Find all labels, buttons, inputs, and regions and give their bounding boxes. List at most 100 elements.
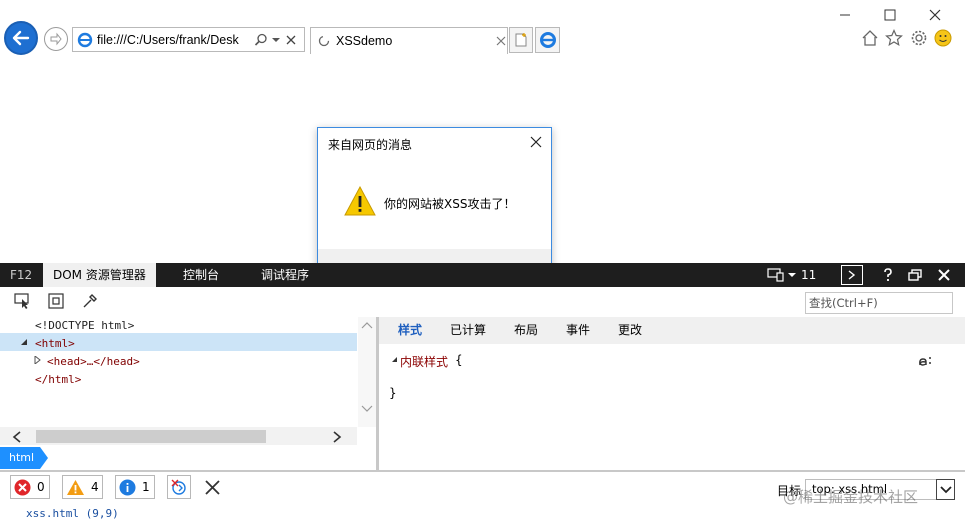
dialog-title: 来自网页的消息: [328, 138, 413, 152]
star-icon: [885, 29, 903, 47]
collapse-arrow-icon[interactable]: [20, 338, 28, 346]
emulation-count: 11: [801, 268, 817, 282]
tools-button[interactable]: [910, 29, 928, 47]
emulation-selector[interactable]: 11: [767, 263, 816, 287]
prompt-icon: [848, 270, 856, 280]
ie-logo-icon: [539, 32, 556, 48]
error-icon: [14, 479, 31, 495]
home-icon: [862, 30, 878, 46]
address-bar[interactable]: file:///C:/Users/frank/Desk: [72, 27, 305, 52]
close-icon: [205, 480, 220, 495]
tab-layout[interactable]: 布局: [514, 317, 538, 344]
close-window-button[interactable]: [920, 4, 950, 26]
help-icon: [884, 268, 892, 281]
console-log-line[interactable]: xss.html (9,9): [26, 507, 119, 520]
warnings-filter-button[interactable]: 4: [62, 475, 103, 499]
loading-icon: [318, 35, 330, 47]
close-icon: [496, 36, 506, 46]
chevron-left-icon[interactable]: [12, 431, 22, 443]
highlight-box-icon: [48, 293, 64, 309]
inline-style-open-brace: {: [455, 353, 463, 367]
minimize-icon: [840, 14, 850, 16]
clear-navigate-icon: [171, 479, 186, 495]
collapse-arrow-icon[interactable]: [391, 356, 398, 363]
dialog-close-button[interactable]: [527, 133, 545, 151]
arrow-right-icon: [50, 32, 62, 46]
eyedropper-icon: [83, 294, 97, 308]
favorites-button[interactable]: [885, 29, 903, 47]
errors-filter-button[interactable]: 0: [10, 475, 50, 499]
tab-styles[interactable]: 样式: [398, 317, 422, 344]
new-tab-button[interactable]: [509, 27, 533, 53]
tab-computed[interactable]: 已计算: [450, 317, 486, 344]
dom-scroll-thumb[interactable]: [36, 430, 266, 443]
tab-changes[interactable]: 更改: [618, 317, 642, 344]
gear-icon: [911, 30, 927, 46]
close-devtools-button[interactable]: [938, 263, 954, 287]
dialog-message: 你的网站被XSS攻击了！: [384, 197, 516, 211]
chevron-right-icon[interactable]: [332, 431, 342, 443]
undock-button[interactable]: [908, 263, 924, 287]
inline-style-close-brace: }: [389, 386, 397, 400]
new-tab-icon: [515, 33, 527, 47]
select-element-button[interactable]: [14, 293, 32, 309]
find-input[interactable]: 查找(Ctrl+F): [805, 292, 953, 314]
text-size-button[interactable]: [918, 352, 934, 366]
dom-node-head[interactable]: <head>…</head>: [47, 355, 140, 368]
styles-tabbar: 样式 已计算 布局 事件 更改: [379, 317, 965, 344]
devtools-tabbar: F12 DOM 资源管理器 控制台 调试程序 11: [0, 263, 965, 287]
dom-node-html-close[interactable]: </html>: [35, 373, 81, 386]
info-count: 1: [142, 480, 150, 494]
search-button[interactable]: [254, 33, 268, 47]
chevron-down-icon: [939, 485, 952, 493]
undock-icon: [908, 269, 922, 281]
chevron-up-icon: [361, 322, 373, 329]
stop-button[interactable]: [286, 35, 296, 45]
tab-debugger[interactable]: 调试程序: [261, 263, 309, 287]
close-icon: [938, 269, 950, 281]
watermark: @稀土掘金技术社区: [783, 488, 919, 506]
search-icon: [254, 33, 267, 46]
minimize-button[interactable]: [830, 4, 860, 26]
font-a-icon: [919, 357, 931, 366]
ie-tab-button[interactable]: [535, 27, 560, 53]
monitor-icon: [767, 268, 784, 282]
breadcrumb-html[interactable]: html: [0, 447, 48, 469]
dom-node-html[interactable]: <html>: [35, 337, 75, 350]
maximize-button[interactable]: [875, 4, 905, 26]
ie-page-icon: [77, 32, 93, 47]
maximize-icon: [884, 9, 896, 21]
dom-node-doctype[interactable]: <!DOCTYPE html>: [35, 319, 134, 332]
tab-events[interactable]: 事件: [566, 317, 590, 344]
select-element-icon: [14, 293, 29, 309]
arrow-left-icon: [12, 30, 30, 46]
close-icon: [286, 35, 296, 44]
forward-button[interactable]: [44, 27, 68, 51]
console-toggle-button[interactable]: [841, 265, 863, 285]
tab-dom-explorer[interactable]: DOM 资源管理器: [43, 263, 156, 287]
clear-on-navigate-button[interactable]: [167, 475, 191, 499]
close-tab-button[interactable]: [496, 36, 506, 46]
tab-xssdemo[interactable]: XSSdemo: [310, 27, 508, 54]
back-button[interactable]: [4, 21, 38, 55]
f12-label: F12: [10, 268, 33, 282]
smiley-icon: [934, 29, 952, 47]
home-button[interactable]: [861, 29, 879, 47]
address-dropdown[interactable]: [272, 36, 280, 44]
help-button[interactable]: [880, 263, 896, 287]
target-dropdown-button[interactable]: [936, 479, 955, 500]
feedback-button[interactable]: [934, 29, 952, 47]
errors-count: 0: [37, 480, 45, 494]
close-icon: [530, 136, 542, 148]
dom-vertical-scrollbar[interactable]: [358, 317, 376, 427]
color-picker-button[interactable]: [82, 293, 98, 309]
highlight-button[interactable]: [48, 293, 64, 309]
chevron-down-icon: [788, 273, 796, 277]
clear-console-button[interactable]: [205, 480, 220, 495]
inline-style-label: 内联样式: [400, 355, 449, 369]
tab-console[interactable]: 控制台: [183, 263, 219, 287]
warning-icon: [67, 479, 84, 495]
warnings-count: 4: [91, 480, 99, 494]
info-filter-button[interactable]: 1: [115, 475, 155, 499]
expand-arrow-icon[interactable]: [34, 356, 42, 364]
